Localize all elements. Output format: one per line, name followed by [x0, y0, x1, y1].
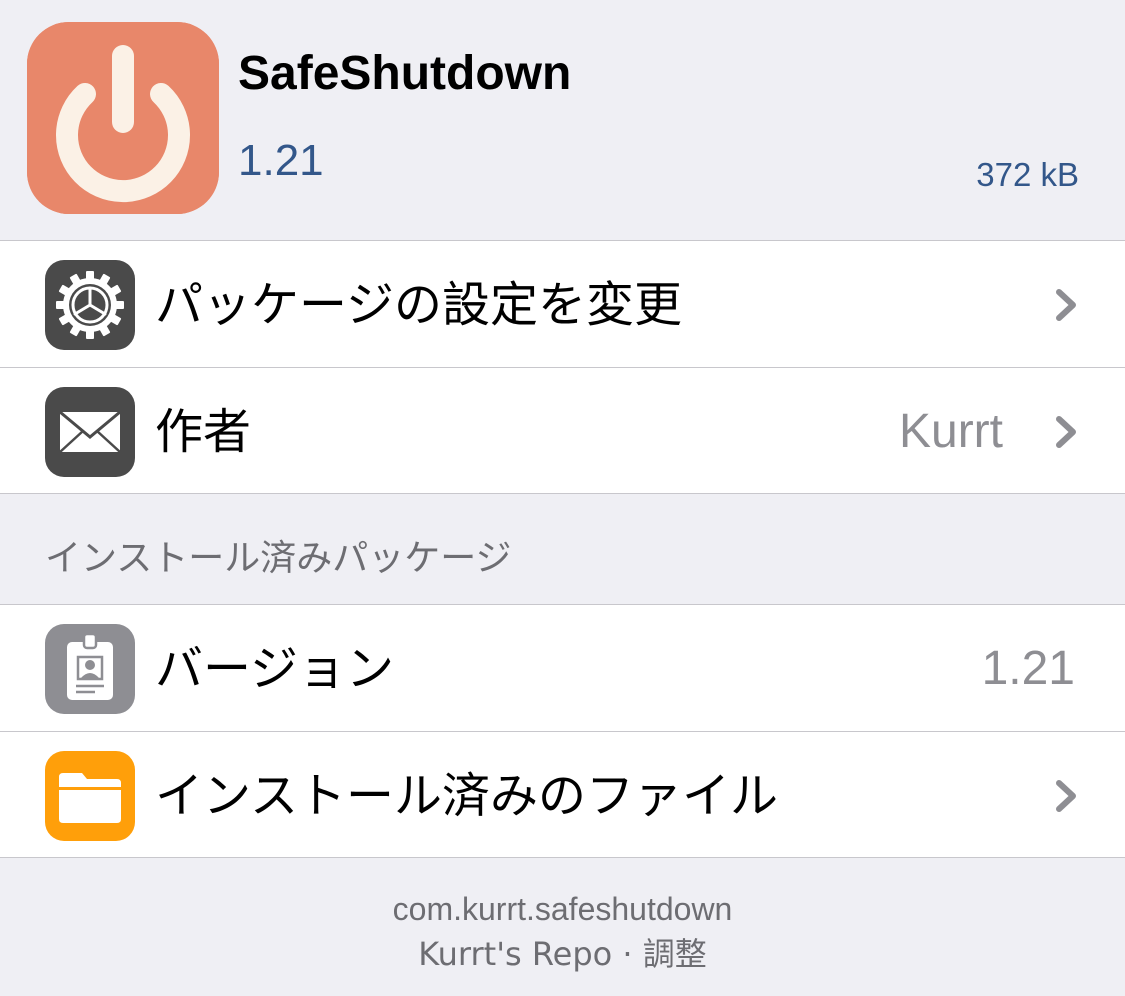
actions-group: パッケージの設定を変更 作者 Kurrt — [0, 240, 1125, 494]
version-row: バージョン 1.21 — [0, 605, 1125, 731]
package-version: 1.21 — [238, 136, 324, 185]
chevron-right-icon — [1056, 780, 1076, 812]
repo-info: Kurrt's Repo · 調整 — [418, 935, 707, 973]
folder-icon — [45, 751, 135, 841]
version-value: 1.21 — [981, 642, 1075, 695]
package-size: 372 kB — [976, 156, 1079, 193]
section-header-installed: インストール済みパッケージ — [45, 538, 512, 579]
chevron-right-icon — [1056, 289, 1076, 321]
installed-files-label: インストール済みのファイル — [155, 768, 779, 824]
power-icon — [27, 22, 219, 214]
package-header: SafeShutdown 1.21 372 kB — [0, 0, 1125, 240]
gear-icon — [45, 260, 135, 350]
author-value: Kurrt — [898, 405, 1003, 458]
id-card-icon — [45, 624, 135, 714]
installed-group: バージョン 1.21 インストール済みのファイル — [0, 604, 1125, 858]
package-id: com.kurrt.safeshutdown — [392, 891, 733, 927]
version-label: バージョン — [155, 641, 395, 697]
change-settings-row[interactable]: パッケージの設定を変更 — [0, 241, 1125, 367]
author-row[interactable]: 作者 Kurrt — [0, 367, 1125, 493]
mail-icon — [45, 387, 135, 477]
installed-files-row[interactable]: インストール済みのファイル — [0, 731, 1125, 857]
change-settings-label: パッケージの設定を変更 — [155, 277, 683, 333]
package-name: SafeShutdown — [238, 47, 572, 100]
chevron-right-icon — [1056, 416, 1076, 448]
author-label: 作者 — [155, 404, 252, 460]
